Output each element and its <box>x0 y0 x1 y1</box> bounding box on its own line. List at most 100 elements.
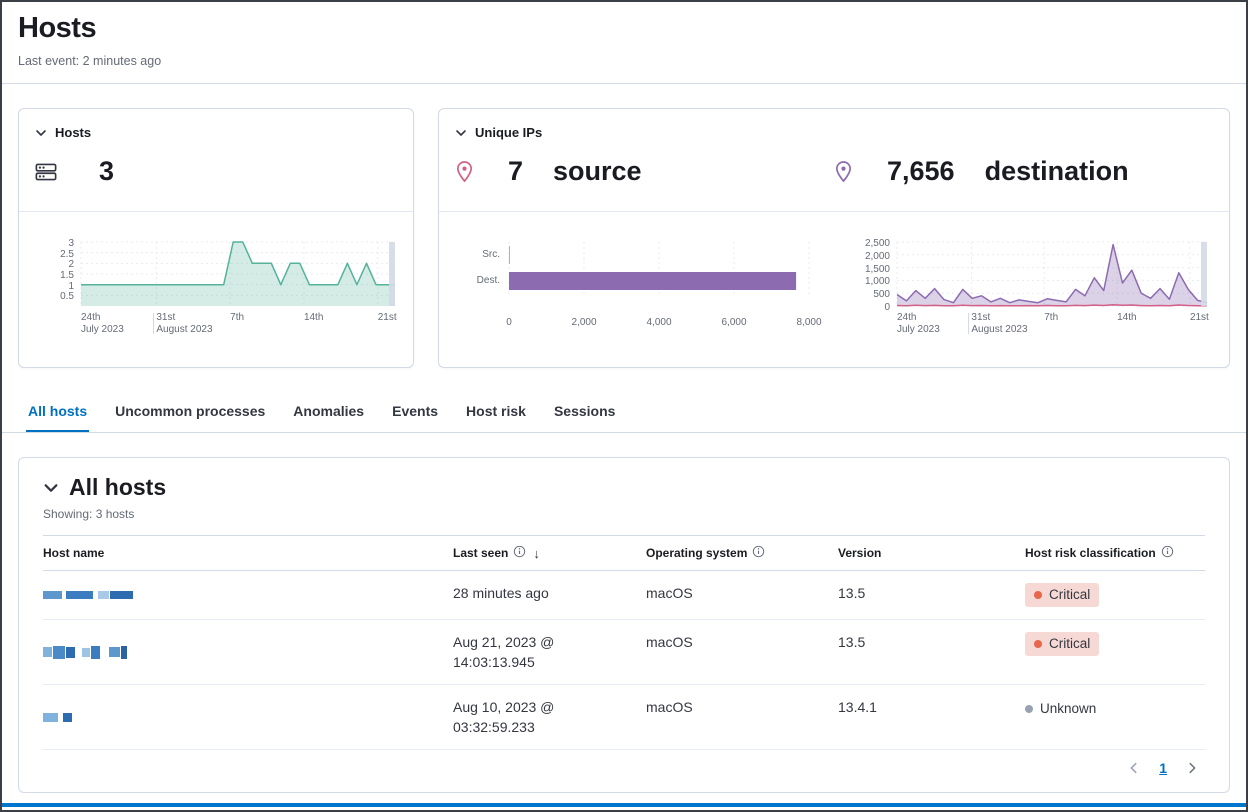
redaction-block <box>121 646 127 659</box>
risk-badge: Critical <box>1025 632 1099 656</box>
os-cell: macOS <box>646 685 838 749</box>
hosts-table: Host name Last seen ↓ Operating system V… <box>43 535 1205 750</box>
col-host-name: Host name <box>43 536 453 570</box>
last-seen-cell: Aug 21, 2023 @ 14:03:13.945 <box>453 620 646 684</box>
redacted-host-name-link[interactable] <box>43 713 72 722</box>
axis-tick-label: 7th <box>230 312 244 324</box>
redaction-block <box>63 713 72 722</box>
map-pin-icon <box>455 160 474 183</box>
sort-desc-arrow-icon: ↓ <box>533 546 540 561</box>
redaction-block <box>75 652 82 653</box>
unique-ips-charts: Src.Dest. 02,0004,0006,0008,000 2,5002,0… <box>455 242 1213 343</box>
redacted-host-name-link[interactable] <box>43 591 133 599</box>
redaction-block <box>109 647 120 657</box>
storage-icon <box>35 161 57 183</box>
destination-label: destination <box>985 156 1129 187</box>
axis-tick-label: 3 <box>68 238 74 249</box>
hosts-card-title: Hosts <box>55 125 91 140</box>
unique-ips-kpi-card: Unique IPs 7 source 7,656 destination <box>438 108 1230 368</box>
pagination: 1 <box>43 750 1205 782</box>
chevron-down-icon[interactable] <box>455 127 467 139</box>
redaction-block <box>66 591 93 599</box>
chevron-down-icon[interactable] <box>43 480 59 496</box>
axis-tick-label: 0.5 <box>60 291 74 302</box>
axis-tick-label: 0 <box>506 317 512 329</box>
axis-tick-label: 4,000 <box>646 317 671 329</box>
info-icon[interactable] <box>513 545 526 561</box>
bottom-accent-bar <box>2 803 1246 807</box>
axis-tick-label: 2,000 <box>571 317 596 329</box>
risk-dot-icon <box>1025 705 1033 713</box>
os-cell: macOS <box>646 571 838 619</box>
axis-tick-label: 2,500 <box>865 238 890 249</box>
axis-tick-label: 14th <box>1117 312 1136 324</box>
axis-tick-label: 1,500 <box>865 264 890 275</box>
redaction-block <box>100 652 109 653</box>
showing-count: Showing: 3 hosts <box>43 507 1205 521</box>
card-divider <box>19 211 413 212</box>
chevron-left-icon[interactable] <box>1127 761 1141 775</box>
hosts-area-chart <box>81 242 395 306</box>
risk-badge: Unknown <box>1025 697 1105 721</box>
redacted-host-name-link[interactable] <box>43 646 127 659</box>
risk-badge: Critical <box>1025 583 1099 607</box>
tab-host-risk[interactable]: Host risk <box>464 399 528 432</box>
axis-tick-label: 24thJuly 2023 <box>81 312 124 336</box>
page-title: Hosts <box>18 12 1230 45</box>
axis-tick-label: 2,000 <box>865 251 890 262</box>
redaction-block <box>53 646 65 659</box>
version-cell: 13.5 <box>838 571 1025 619</box>
tab-anomalies[interactable]: Anomalies <box>291 399 366 432</box>
ips-area-chart-y-axis: 2,5002,0001,5001,0005000 <box>865 242 897 306</box>
redaction-block <box>43 713 58 722</box>
destination-ip-count: 7,656 <box>887 156 955 187</box>
tab-uncommon-processes[interactable]: Uncommon processes <box>113 399 267 432</box>
tab-events[interactable]: Events <box>390 399 440 432</box>
last-seen-cell: Aug 10, 2023 @ 03:32:59.233 <box>453 685 646 749</box>
risk-dot-icon <box>1034 591 1042 599</box>
axis-tick-label: 2 <box>68 259 74 270</box>
col-last-seen[interactable]: Last seen ↓ <box>453 536 646 570</box>
tab-sessions[interactable]: Sessions <box>552 399 617 432</box>
unique-ips-card-title: Unique IPs <box>475 125 542 140</box>
hosts-chart-y-axis: 32.521.510.5 <box>49 242 81 306</box>
map-pin-icon <box>834 160 853 183</box>
ips-bar-chart-categories: Src.Dest. <box>465 242 509 343</box>
axis-tick-label: 24thJuly 2023 <box>897 312 940 336</box>
redaction-block <box>98 591 109 599</box>
page-number[interactable]: 1 <box>1159 760 1167 776</box>
redaction-block <box>82 648 90 657</box>
unique-ips-area-chart <box>897 242 1207 306</box>
col-version: Version <box>838 536 1025 570</box>
tab-all-hosts[interactable]: All hosts <box>26 399 89 432</box>
col-host-risk: Host risk classification <box>1025 536 1205 570</box>
hosts-chart-x-axis: 24thJuly 202331stAugust 20237th14th21st <box>81 312 397 338</box>
card-divider <box>439 211 1229 212</box>
os-cell: macOS <box>646 620 838 684</box>
ips-bar-chart-x-axis: 02,0004,0006,0008,000 <box>509 317 809 343</box>
version-cell: 13.4.1 <box>838 685 1025 749</box>
table-row: 28 minutes ago macOS 13.5 Critical <box>43 571 1205 620</box>
chevron-down-icon[interactable] <box>35 127 47 139</box>
app-window: Hosts Last event: 2 minutes ago Hosts 3 <box>0 0 1248 812</box>
source-label: source <box>553 156 642 187</box>
axis-tick-label: 0 <box>884 302 890 313</box>
chevron-right-icon[interactable] <box>1185 761 1199 775</box>
ips-area-chart-x-axis: 24thJuly 202331stAugust 20237th14th21st <box>897 312 1207 338</box>
version-cell: 13.5 <box>838 620 1025 684</box>
unique-ips-bar-chart <box>509 242 809 294</box>
axis-tick-label: 8,000 <box>796 317 821 329</box>
info-icon[interactable] <box>752 545 765 561</box>
kpi-cards-row: Hosts 3 32.521.510.5 24thJuly 202331stAu… <box>2 84 1246 368</box>
table-header-row: Host name Last seen ↓ Operating system V… <box>43 535 1205 571</box>
axis-tick-label: 6,000 <box>721 317 746 329</box>
hosts-chart-block: 32.521.510.5 24thJuly 202331stAugust 202… <box>35 242 397 338</box>
axis-tick-label: 7th <box>1044 312 1058 324</box>
redaction-block <box>91 646 100 659</box>
info-icon[interactable] <box>1161 545 1174 561</box>
page-header: Hosts Last event: 2 minutes ago <box>2 2 1246 68</box>
axis-tick-label: 2.5 <box>60 249 74 260</box>
redaction-block <box>43 591 62 599</box>
axis-tick-label: 21st <box>378 312 397 324</box>
axis-tick-label: 21st <box>1190 312 1209 324</box>
